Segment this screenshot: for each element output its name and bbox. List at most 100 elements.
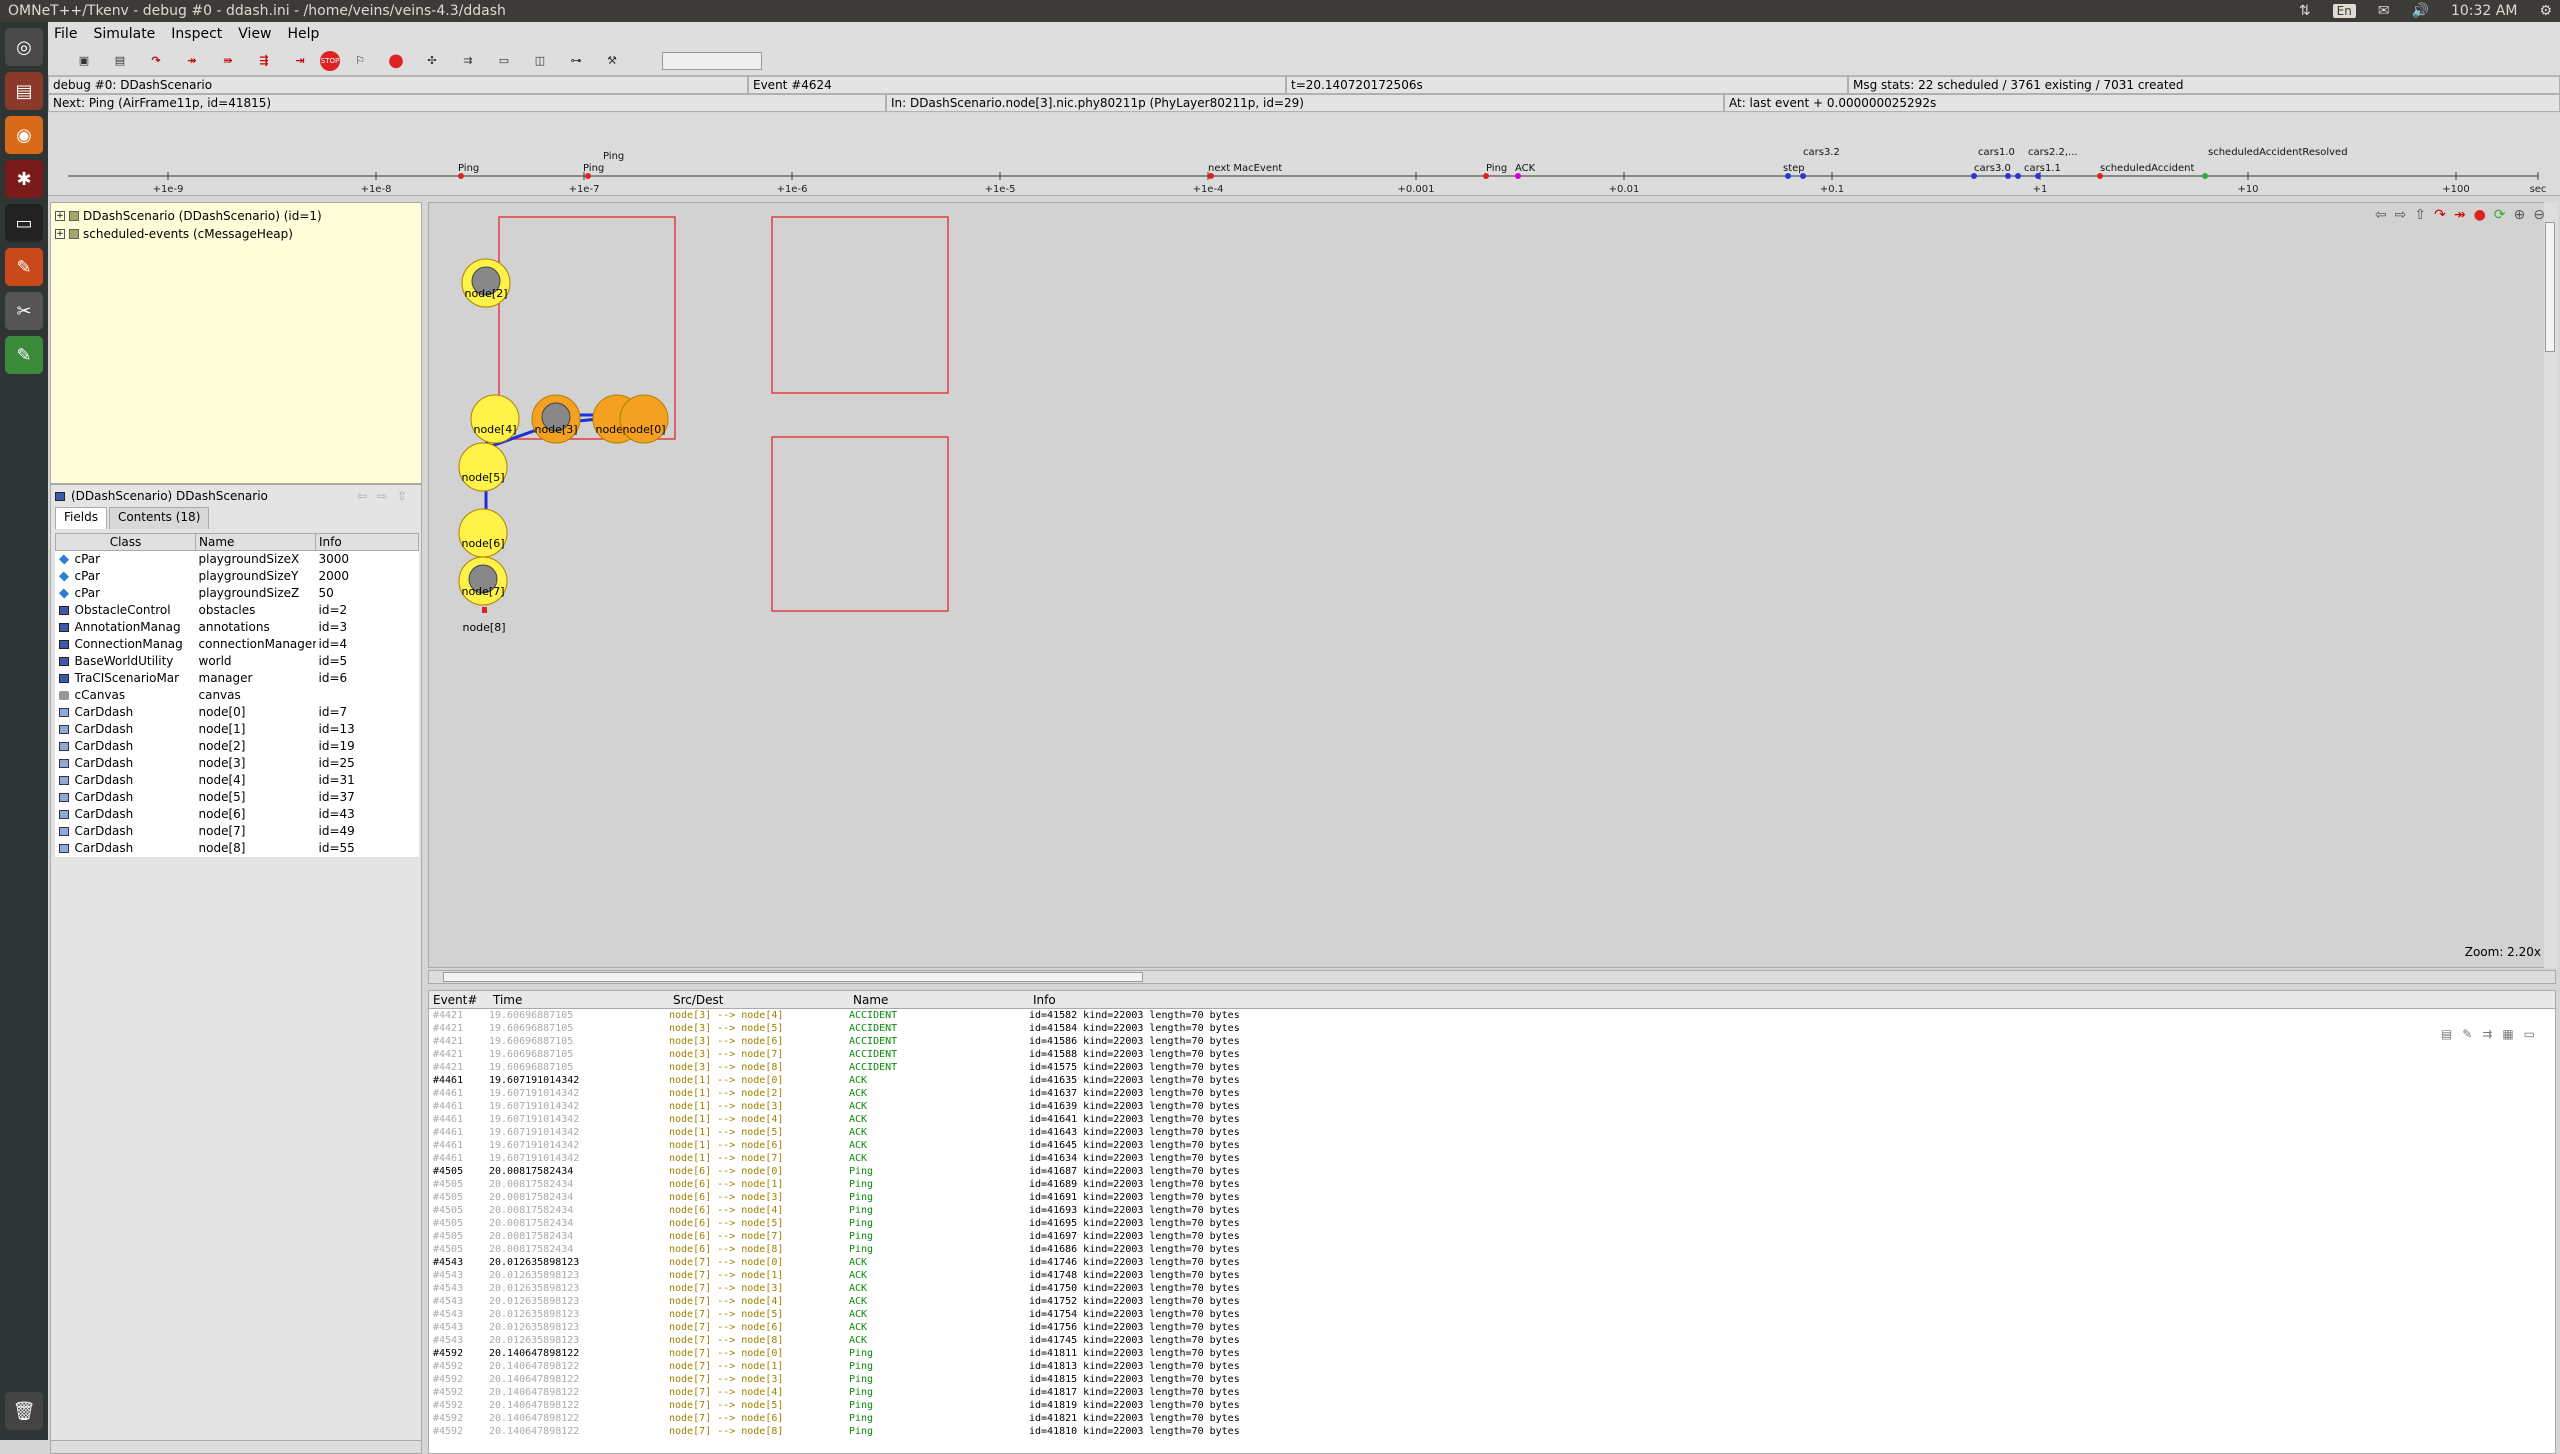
table-row[interactable]: CarDdash node[2] id=19 (56, 738, 419, 755)
table-row[interactable]: BaseWorldUtility world id=5 (56, 653, 419, 670)
tab-contents[interactable]: Contents (18) (108, 507, 210, 529)
log-row[interactable]: #4543 20.012635898123 node[7] --> node[0] A… (429, 1256, 2555, 1269)
back-icon[interactable]: ⇦ (2375, 207, 2387, 223)
firefox-icon[interactable]: ◉ (5, 116, 43, 154)
table-row[interactable]: cPar playgroundSizeX 3000 (56, 551, 419, 568)
col-name[interactable]: Name (195, 533, 316, 551)
log-row[interactable]: #4505 20.00817582434 node[6] --> node[4] Pi… (429, 1204, 2555, 1217)
editor-icon[interactable]: ✎ (5, 248, 43, 286)
table-row[interactable]: CarDdash node[8] id=55 (56, 840, 419, 857)
log-row[interactable]: #4592 20.140647898122 node[7] --> node[5] P… (429, 1399, 2555, 1412)
trash-icon[interactable]: 🗑 (5, 1392, 43, 1430)
mail-icon[interactable]: ✉ (2378, 3, 2390, 19)
log-row[interactable]: #4461 19.607191014342 node[1] --> node[4] A… (429, 1113, 2555, 1126)
menu-inspect[interactable]: Inspect (171, 26, 222, 42)
canvas-vscroll[interactable] (2544, 202, 2558, 968)
table-row[interactable]: cCanvas canvas (56, 687, 419, 704)
log-row[interactable]: #4421 19.60696887105 node[3] --> node[5] AC… (429, 1022, 2555, 1035)
copy-icon[interactable]: ▤ (2441, 1027, 2452, 1041)
table-row[interactable]: ObstacleControl obstacles id=2 (56, 602, 419, 619)
express-button[interactable]: ⇶ (248, 49, 280, 73)
run-icon[interactable]: ↠ (2454, 207, 2466, 223)
log-row[interactable]: #4461 19.607191014342 node[1] --> node[7] A… (429, 1152, 2555, 1165)
log-row[interactable]: #4592 20.140647898122 node[7] --> node[4] P… (429, 1386, 2555, 1399)
tool-icon[interactable]: ✂ (5, 292, 43, 330)
table-row[interactable]: AnnotationManag annotations id=3 (56, 619, 419, 636)
network-icon[interactable]: ⇅ (2299, 3, 2311, 19)
log-row[interactable]: #4543 20.012635898123 node[7] --> node[6] A… (429, 1321, 2555, 1334)
col-class[interactable]: Class (55, 533, 196, 551)
tab-fields[interactable]: Fields (55, 507, 107, 529)
run-button[interactable]: ↠ (176, 49, 208, 73)
col-time[interactable]: Time (489, 991, 669, 1008)
menu-simulate[interactable]: Simulate (93, 26, 155, 42)
keyboard-layout[interactable]: En (2332, 4, 2356, 18)
table-row[interactable]: CarDdash node[6] id=43 (56, 806, 419, 823)
timeline-icon[interactable]: ⊶ (560, 49, 592, 73)
log-row[interactable]: #4461 19.607191014342 node[1] --> node[0] A… (429, 1074, 2555, 1087)
scroll-thumb[interactable] (2545, 222, 2555, 352)
log-row[interactable]: #4592 20.140647898122 node[7] --> node[3] P… (429, 1373, 2555, 1386)
expand-icon[interactable]: + (55, 211, 65, 221)
log-row[interactable]: #4505 20.00817582434 node[6] --> node[1] Pi… (429, 1178, 2555, 1191)
log-view-icon[interactable]: ▭ (2524, 1027, 2535, 1041)
volume-icon[interactable]: 🔊 (2412, 3, 2429, 19)
flag-icon[interactable]: ⚐ (344, 49, 376, 73)
log-row[interactable]: #4543 20.012635898123 node[7] --> node[4] A… (429, 1295, 2555, 1308)
log-row[interactable]: #4461 19.607191014342 node[1] --> node[6] A… (429, 1139, 2555, 1152)
table-row[interactable]: ConnectionManag connectionManager id=4 (56, 636, 419, 653)
menu-view[interactable]: View (238, 26, 271, 42)
table-row[interactable]: CarDdash node[5] id=37 (56, 789, 419, 806)
stop-icon[interactable]: ● (2474, 207, 2486, 223)
log-row[interactable]: #4543 20.012635898123 node[7] --> node[3] A… (429, 1282, 2555, 1295)
find-icon[interactable]: ⇉ (2482, 1027, 2492, 1041)
col-info[interactable]: Info (315, 533, 419, 551)
record-button[interactable]: ● (380, 49, 412, 73)
new-run-icon[interactable]: ▣ (68, 49, 100, 73)
log-row[interactable]: #4505 20.00817582434 node[6] --> node[3] Pi… (429, 1191, 2555, 1204)
log-row[interactable]: #4505 20.00817582434 node[6] --> node[8] Pi… (429, 1243, 2555, 1256)
split-vertical-icon[interactable]: ◫ (524, 49, 556, 73)
log-row[interactable]: #4461 19.607191014342 node[1] --> node[2] A… (429, 1087, 2555, 1100)
log-row[interactable]: #4421 19.60696887105 node[3] --> node[7] AC… (429, 1048, 2555, 1061)
log-row[interactable]: #4421 19.60696887105 node[3] --> node[8] AC… (429, 1061, 2555, 1074)
event-log[interactable]: Event# Time Src/Dest Name Info #4421 19.6… (428, 990, 2556, 1454)
log-row[interactable]: #4505 20.00817582434 node[6] --> node[5] Pi… (429, 1217, 2555, 1230)
stop-button[interactable]: STOP (320, 50, 340, 71)
zoom-in-icon[interactable]: ⊕ (2514, 207, 2526, 223)
canvas-hscroll[interactable] (428, 970, 2556, 984)
split-horizontal-icon[interactable]: ▭ (488, 49, 520, 73)
col-src-dest[interactable]: Src/Dest (669, 991, 849, 1008)
notes-icon[interactable]: ✎ (5, 336, 43, 374)
up-icon[interactable]: ⇧ (397, 489, 417, 503)
inspector-scrollbar[interactable] (50, 1440, 422, 1454)
dash-icon[interactable]: ◎ (5, 28, 43, 66)
table-row[interactable]: CarDdash node[1] id=13 (56, 721, 419, 738)
filter-icon[interactable]: ✎ (2462, 1027, 2472, 1041)
log-row[interactable]: #4461 19.607191014342 node[1] --> node[3] A… (429, 1100, 2555, 1113)
files-icon[interactable]: ▤ (5, 72, 43, 110)
until-button[interactable]: ⇥ (284, 49, 316, 73)
log-row[interactable]: #4543 20.012635898123 node[7] --> node[8] A… (429, 1334, 2555, 1347)
load-icon[interactable]: ▤ (104, 49, 136, 73)
log-row[interactable]: #4421 19.60696887105 node[3] --> node[4] AC… (429, 1009, 2555, 1022)
up-icon[interactable]: ⇧ (2414, 207, 2426, 223)
clock[interactable]: 10:32 AM (2451, 3, 2517, 19)
log-row[interactable]: #4592 20.140647898122 node[7] --> node[6] P… (429, 1412, 2555, 1425)
speed-slider[interactable] (662, 51, 762, 70)
log-row[interactable]: #4592 20.140647898122 node[7] --> node[1] P… (429, 1360, 2555, 1373)
log-row[interactable]: #4505 20.00817582434 node[6] --> node[0] Pi… (429, 1165, 2555, 1178)
menu-file[interactable]: File (54, 26, 77, 42)
tree-item-scenario[interactable]: + DDashScenario (DDashScenario) (id=1) (55, 207, 417, 225)
table-row[interactable]: cPar playgroundSizeZ 50 (56, 585, 419, 602)
log-row[interactable]: #4505 20.00817582434 node[6] --> node[7] Pi… (429, 1230, 2555, 1243)
log-row[interactable]: #4421 19.60696887105 node[3] --> node[6] AC… (429, 1035, 2555, 1048)
log-row[interactable]: #4592 20.140647898122 node[7] --> node[0] P… (429, 1347, 2555, 1360)
terminal-icon[interactable]: ▭ (5, 204, 43, 242)
timeline[interactable]: +1e-9 +1e-8 +1e-7 +1e-6 +1e-5 +1e-4 +0.001 +0.0… (48, 114, 2560, 196)
table-row[interactable]: TraCIScenarioMar manager id=6 (56, 670, 419, 687)
forward-icon[interactable]: ⇨ (377, 489, 397, 503)
options-icon[interactable]: ⚒ (596, 49, 628, 73)
log-row[interactable]: #4543 20.012635898123 node[7] --> node[5] A… (429, 1308, 2555, 1321)
table-row[interactable]: CarDdash node[4] id=31 (56, 772, 419, 789)
